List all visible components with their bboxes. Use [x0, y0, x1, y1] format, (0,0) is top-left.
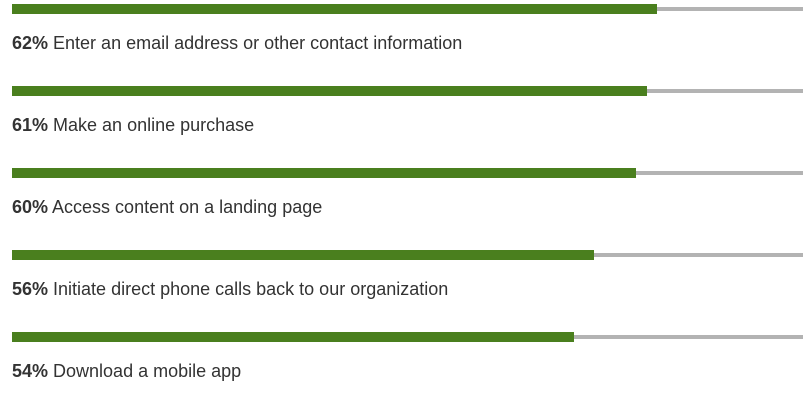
bar-row: 60% Access content on a landing page: [12, 168, 803, 228]
bar-label: 60% Access content on a landing page: [12, 195, 322, 219]
bar-fill: [12, 332, 574, 342]
value-label: 54%: [12, 361, 49, 381]
bar-fill: [12, 168, 637, 178]
value-label: 60%: [12, 197, 49, 217]
bar-track: [12, 86, 803, 96]
bar-label: 61% Make an online purchase: [12, 113, 254, 137]
category-label: Enter an email address or other contact …: [48, 33, 463, 53]
bar-track: [12, 250, 803, 260]
value-label: 56%: [12, 279, 49, 299]
bar-row: 61% Make an online purchase: [12, 86, 803, 146]
bar-label: 54% Download a mobile app: [12, 359, 241, 383]
bar-fill: [12, 4, 657, 14]
value-label: 62%: [12, 33, 49, 53]
category-label: Initiate direct phone calls back to our …: [48, 279, 449, 299]
bar-fill: [12, 250, 595, 260]
bar-track: [12, 332, 803, 342]
bar-fill: [12, 86, 647, 96]
bar-row: 54% Download a mobile app: [12, 332, 803, 392]
value-label: 61%: [12, 115, 49, 135]
bar-label: 56% Initiate direct phone calls back to …: [12, 277, 448, 301]
bar-track: [12, 4, 803, 14]
category-label: Download a mobile app: [48, 361, 242, 381]
bar-chart: 62% Enter an email address or other cont…: [0, 0, 803, 396]
bar-track: [12, 168, 803, 178]
bar-row: 56% Initiate direct phone calls back to …: [12, 250, 803, 310]
category-label: Access content on a landing page: [48, 197, 323, 217]
category-label: Make an online purchase: [48, 115, 255, 135]
bar-label: 62% Enter an email address or other cont…: [12, 31, 462, 55]
bar-row: 62% Enter an email address or other cont…: [12, 4, 803, 64]
